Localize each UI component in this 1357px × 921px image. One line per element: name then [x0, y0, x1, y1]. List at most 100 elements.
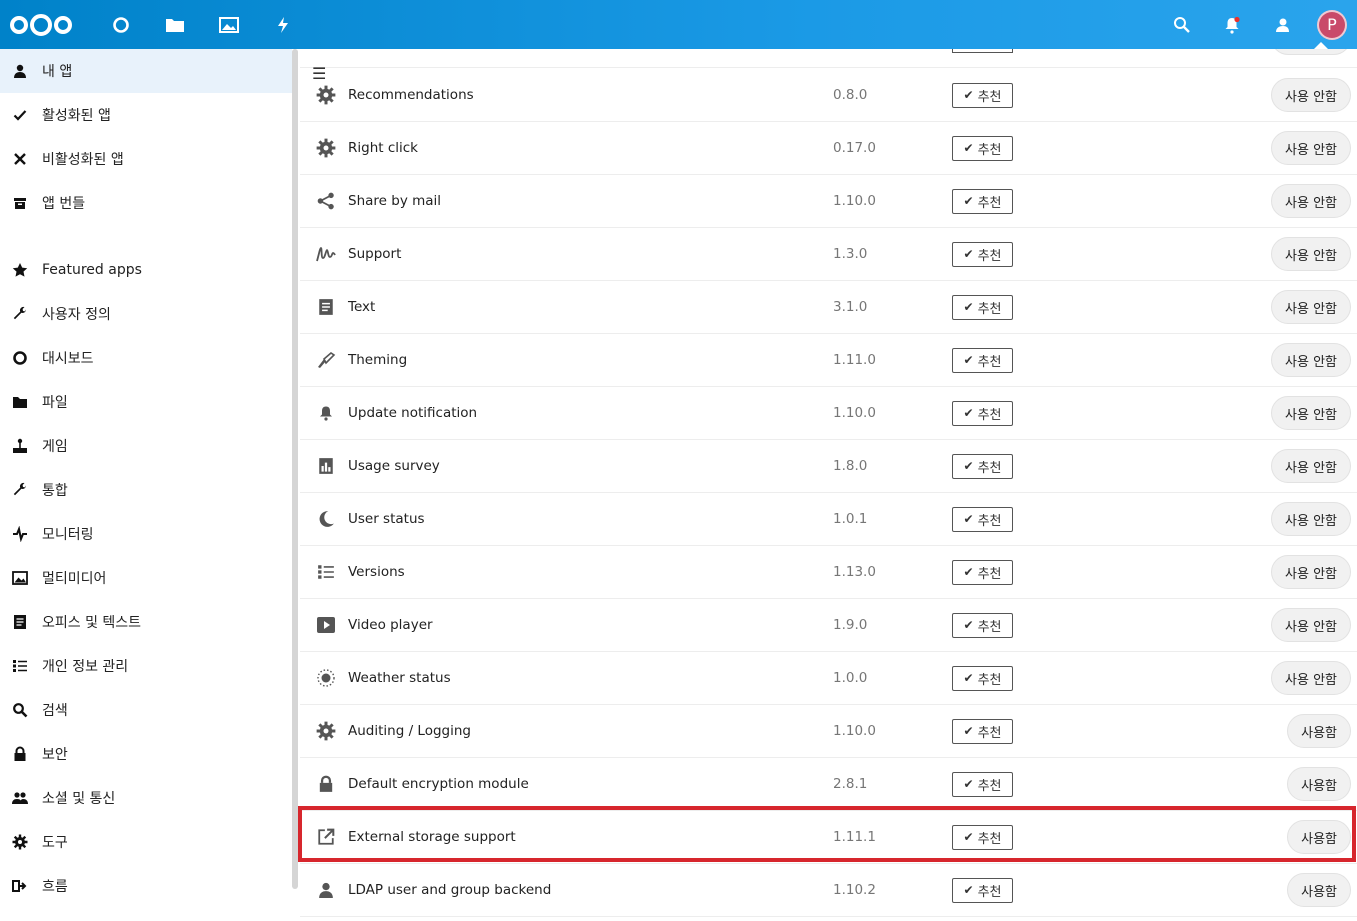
app-row[interactable]: Default encryption module 2.8.1 ✔ 추천 사용함 — [300, 758, 1357, 811]
sidebar-item-disabled-apps[interactable]: 비활성화된 앱 — [0, 137, 292, 181]
sidebar-item-search[interactable]: 검색 — [0, 688, 292, 732]
recommended-label: 추천 — [977, 460, 1002, 476]
app-list: ☰ Recommendations 0.8.0 ✔ 추천 사용 안함 Right clic… — [298, 49, 1357, 921]
disable-button[interactable]: 사용 안함 — [1271, 555, 1351, 589]
sidebar-item-dashboard[interactable]: 대시보드 — [0, 336, 292, 380]
app-row[interactable]: Auditing / Logging 1.10.0 ✔ 추천 사용함 — [300, 705, 1357, 758]
enable-button[interactable]: 사용함 — [1287, 714, 1351, 748]
folder-icon — [12, 394, 28, 410]
contacts-icon[interactable] — [1257, 0, 1307, 49]
sidebar-item-flow[interactable]: 흐름 — [0, 864, 292, 908]
disable-button[interactable]: 사용 안함 — [1271, 449, 1351, 483]
app-row[interactable]: Weather status 1.0.0 ✔ 추천 사용 안함 — [300, 652, 1357, 705]
app-version: 1.10.2 — [833, 882, 876, 898]
sidebar-item-label: 내 앱 — [42, 64, 73, 80]
app-name[interactable]: Default encryption module — [348, 776, 529, 792]
enable-button[interactable]: 사용함 — [1287, 767, 1351, 801]
recommended-badge: ✔ 추천 — [952, 188, 1013, 214]
photos-image-icon[interactable] — [202, 0, 256, 49]
disable-button[interactable]: 사용 안함 — [1271, 661, 1351, 695]
sidebar-item-multimedia[interactable]: 멀티미디어 — [0, 556, 292, 600]
app-name[interactable]: Usage survey — [348, 458, 440, 474]
disable-button[interactable]: 사용 안함 — [1271, 184, 1351, 218]
sidebar-item-security[interactable]: 보안 — [0, 732, 292, 776]
disable-button[interactable]: 사용 안함 — [1271, 396, 1351, 430]
picture-icon — [12, 570, 28, 586]
check-icon: ✔ — [963, 353, 974, 367]
app-name[interactable]: Theming — [348, 352, 407, 368]
notifications-bell-icon[interactable] — [1207, 0, 1257, 49]
app-name[interactable]: User status — [348, 511, 425, 527]
sidebar-item-integration[interactable]: 통합 — [0, 468, 292, 512]
sidebar-item-enabled-apps[interactable]: 활성화된 앱 — [0, 93, 292, 137]
app-name[interactable]: Share by mail — [348, 193, 441, 209]
app-row[interactable]: Support 1.3.0 ✔ 추천 사용 안함 — [300, 228, 1357, 281]
recommended-badge: ✔ 추천 — [952, 771, 1013, 797]
recommended-label: 추천 — [977, 619, 1002, 635]
app-row[interactable]: User status 1.0.1 ✔ 추천 사용 안함 — [300, 493, 1357, 546]
files-folder-icon[interactable] — [148, 0, 202, 49]
app-row[interactable]: Versions 1.13.0 ✔ 추천 사용 안함 — [300, 546, 1357, 599]
app-name[interactable]: LDAP user and group backend — [348, 882, 551, 898]
enable-button[interactable]: 사용함 — [1287, 873, 1351, 907]
check-icon: ✔ — [963, 459, 974, 473]
disable-button[interactable]: 사용 안함 — [1271, 78, 1351, 112]
external-link-icon — [316, 827, 336, 847]
app-row[interactable]: Text 3.1.0 ✔ 추천 사용 안함 — [300, 281, 1357, 334]
app-name[interactable]: Weather status — [348, 670, 451, 686]
sidebar-item-organization[interactable]: 개인 정보 관리 — [0, 644, 292, 688]
app-name[interactable]: Video player — [348, 617, 433, 633]
app-row[interactable]: Usage survey 1.8.0 ✔ 추천 사용 안함 — [300, 440, 1357, 493]
disable-button[interactable]: 사용 안함 — [1271, 608, 1351, 642]
recommended-label: 추천 — [977, 142, 1002, 158]
app-name[interactable]: Update notification — [348, 405, 477, 421]
app-sidebar: 내 앱 활성화된 앱 비활성화된 앱 앱 번들 Featured apps 사용… — [0, 49, 292, 921]
sidebar-item-featured-apps[interactable]: Featured apps — [0, 248, 292, 292]
app-name[interactable]: Recommendations — [348, 87, 474, 103]
app-row[interactable]: Share by mail 1.10.0 ✔ 추천 사용 안함 — [300, 175, 1357, 228]
dashboard-circle-icon[interactable] — [94, 0, 148, 49]
app-row[interactable]: Theming 1.11.0 ✔ 추천 사용 안함 — [300, 334, 1357, 387]
disable-button[interactable]: 사용 안함 — [1271, 290, 1351, 324]
sidebar-item-app-bundles[interactable]: 앱 번들 — [0, 181, 292, 225]
activity-bolt-icon[interactable] — [256, 0, 310, 49]
app-row[interactable]: External storage support 1.11.1 ✔ 추천 사용함 — [300, 811, 1357, 864]
app-name[interactable]: Versions — [348, 564, 405, 580]
sidebar-item-files[interactable]: 파일 — [0, 380, 292, 424]
sidebar-item-tools[interactable]: 도구 — [0, 820, 292, 864]
app-row[interactable]: Recommendations 0.8.0 ✔ 추천 사용 안함 — [300, 69, 1357, 122]
app-row[interactable]: Video player 1.9.0 ✔ 추천 사용 안함 — [300, 599, 1357, 652]
check-icon: ✔ — [963, 247, 974, 261]
sidebar-item-label: 도구 — [42, 835, 68, 851]
search-icon[interactable] — [1157, 0, 1207, 49]
sidebar-item-social[interactable]: 소셜 및 통신 — [0, 776, 292, 820]
disable-button[interactable]: 사용 안함 — [1271, 343, 1351, 377]
sidebar-item-office-text[interactable]: 오피스 및 텍스트 — [0, 600, 292, 644]
enable-button[interactable]: 사용함 — [1287, 820, 1351, 854]
sidebar-item-label: 흐름 — [42, 879, 68, 895]
disable-button[interactable]: 사용 안함 — [1271, 237, 1351, 271]
disable-button[interactable]: 사용 안함 — [1271, 502, 1351, 536]
check-icon: ✔ — [963, 406, 974, 420]
sidebar-item-my-apps[interactable]: 내 앱 — [0, 49, 292, 93]
recommended-badge: ✔ 추천 — [952, 718, 1013, 744]
check-icon: ✔ — [963, 830, 974, 844]
app-name[interactable]: Support — [348, 246, 401, 262]
app-name[interactable]: Text — [348, 299, 375, 315]
sidebar-item-monitoring[interactable]: 모니터링 — [0, 512, 292, 556]
app-name[interactable]: Right click — [348, 140, 418, 156]
app-row[interactable]: LDAP user and group backend 1.10.2 ✔ 추천 사용함 — [300, 864, 1357, 917]
app-name[interactable]: External storage support — [348, 829, 516, 845]
app-row[interactable]: Right click 0.17.0 ✔ 추천 사용 안함 — [300, 122, 1357, 175]
gear-icon — [316, 85, 336, 105]
lock-icon — [12, 746, 28, 762]
sidebar-item-customization[interactable]: 사용자 정의 — [0, 292, 292, 336]
app-row[interactable]: Update notification 1.10.0 ✔ 추천 사용 안함 — [300, 387, 1357, 440]
sidebar-item-games[interactable]: 게임 — [0, 424, 292, 468]
nextcloud-logo-icon[interactable] — [10, 12, 72, 38]
sidebar-item-label: 오피스 및 텍스트 — [42, 615, 142, 631]
disable-button[interactable]: 사용 안함 — [1271, 131, 1351, 165]
avatar[interactable]: P — [1317, 9, 1347, 40]
app-name[interactable]: Auditing / Logging — [348, 723, 471, 739]
close-icon — [12, 151, 28, 167]
